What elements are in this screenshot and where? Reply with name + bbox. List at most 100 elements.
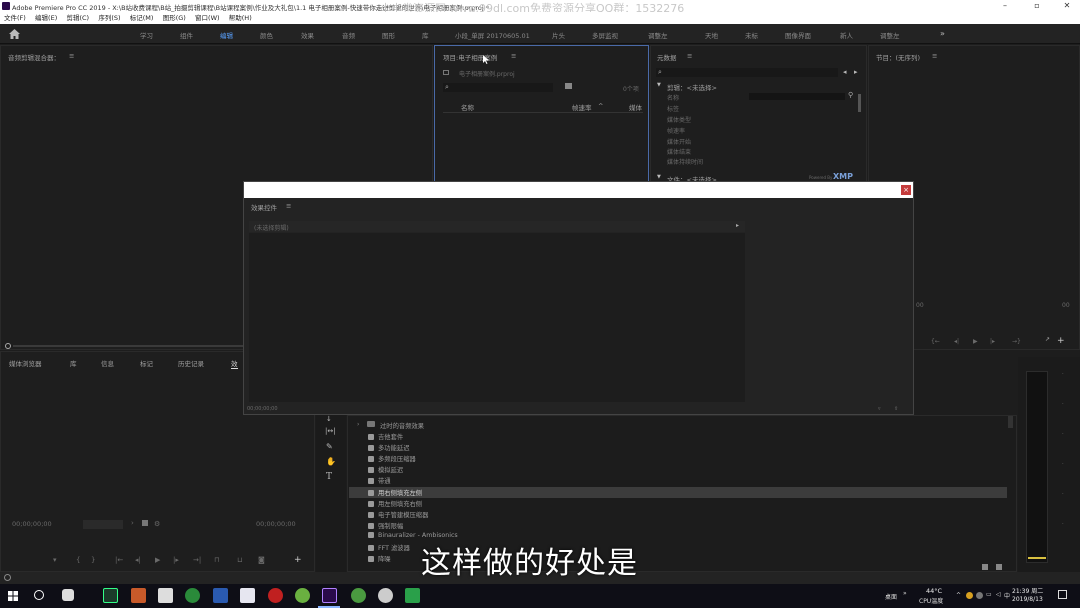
type-tool-icon[interactable]: T bbox=[326, 472, 332, 482]
tray-app-icon[interactable] bbox=[966, 592, 973, 599]
add-button-icon[interactable]: + bbox=[1057, 336, 1065, 346]
windows-start-icon[interactable] bbox=[8, 591, 18, 601]
effect-item[interactable]: FFT 滤波器 bbox=[368, 543, 410, 552]
network-icon[interactable]: ▭ bbox=[986, 591, 992, 598]
effect-item[interactable]: 模拟延迟 bbox=[368, 465, 403, 474]
home-icon[interactable] bbox=[9, 29, 20, 39]
sort-ascending-icon[interactable]: ^ bbox=[598, 102, 603, 110]
play-icon[interactable]: ▶ bbox=[973, 338, 978, 345]
menu-help[interactable]: 帮助(H) bbox=[229, 12, 252, 24]
effect-item[interactable]: 强制限幅 bbox=[368, 521, 403, 530]
effect-item[interactable]: 带通 bbox=[368, 476, 391, 485]
dialog-close-button[interactable]: × bbox=[901, 185, 911, 195]
green-app-icon[interactable] bbox=[405, 588, 420, 603]
tab-markers[interactable]: 标记 bbox=[140, 358, 153, 368]
menu-clip[interactable]: 剪辑(C) bbox=[66, 12, 89, 24]
desktop-label[interactable]: 桌面 bbox=[885, 592, 897, 601]
dropdown-arrow-icon[interactable]: › bbox=[131, 519, 134, 527]
dialog-title-bar[interactable] bbox=[244, 182, 913, 198]
workspace-tab-custom[interactable]: 小段_单屏 20170605.01 bbox=[455, 30, 530, 40]
name-field[interactable] bbox=[749, 93, 845, 100]
premiere-app-icon[interactable] bbox=[322, 588, 337, 603]
panel-menu-icon[interactable]: ≡ bbox=[511, 52, 516, 60]
camera-icon[interactable]: ◙ bbox=[258, 556, 265, 564]
workspace-tab-assembly[interactable]: 组件 bbox=[180, 30, 193, 40]
expand-arrow-icon[interactable]: ▼ bbox=[657, 174, 661, 180]
tab-info[interactable]: 信息 bbox=[101, 358, 114, 368]
effect-item[interactable]: 多频段压缩器 bbox=[368, 454, 416, 463]
zoom-dropdown[interactable] bbox=[83, 520, 123, 529]
workspace-tab-effects[interactable]: 效果 bbox=[301, 30, 314, 40]
tab-effects[interactable]: 效 bbox=[231, 358, 238, 369]
word-app-icon[interactable] bbox=[213, 588, 228, 603]
workspace-tab-image[interactable]: 图像界面 bbox=[785, 30, 811, 40]
link-icon[interactable]: ⚲ bbox=[848, 91, 853, 99]
notes-app-icon[interactable] bbox=[240, 588, 255, 603]
maximize-button[interactable]: ▫ bbox=[1022, 0, 1052, 12]
mark-icon[interactable]: } bbox=[91, 556, 95, 564]
panel-menu-icon[interactable]: ≡ bbox=[932, 52, 937, 60]
close-button[interactable]: ✕ bbox=[1052, 0, 1080, 12]
column-frame-rate[interactable]: 帧速率 bbox=[572, 102, 592, 112]
panel-menu-icon[interactable]: ≡ bbox=[286, 202, 291, 210]
go-to-in-icon[interactable]: |← bbox=[115, 556, 123, 564]
workspace-tab-newbie[interactable]: 新人 bbox=[840, 30, 853, 40]
workspace-tab-learn[interactable]: 学习 bbox=[140, 30, 153, 40]
column-name[interactable]: 名称 bbox=[461, 102, 474, 112]
scrollbar[interactable] bbox=[1008, 416, 1013, 428]
powerpoint-app-icon[interactable] bbox=[131, 588, 146, 603]
volume-icon[interactable]: ◁ bbox=[996, 591, 1001, 598]
effect-folder-obsolete-audio[interactable]: 过时的音频效果 bbox=[380, 421, 424, 430]
effect-item[interactable]: 多功能延迟 bbox=[368, 443, 409, 452]
clock-date[interactable]: 2019/8/13 bbox=[1012, 596, 1043, 603]
workspace-tab-adjust-2[interactable]: 调整左 bbox=[880, 30, 900, 40]
effect-item[interactable]: 电子管建模压缩器 bbox=[368, 510, 428, 519]
wrench-icon[interactable]: ⚙ bbox=[154, 520, 160, 528]
go-to-out-icon[interactable]: →} bbox=[1012, 338, 1021, 345]
filter-icon[interactable]: ▿ bbox=[878, 406, 881, 412]
delete-icon[interactable] bbox=[996, 564, 1002, 570]
workspace-tab-libraries[interactable]: 库 bbox=[422, 30, 429, 40]
mark-out-icon[interactable]: { bbox=[76, 556, 80, 564]
tab-history[interactable]: 历史记录 bbox=[178, 358, 204, 368]
workspace-tab-multi[interactable]: 多屏监视 bbox=[592, 30, 618, 40]
notification-icon[interactable] bbox=[1058, 590, 1067, 599]
mark-in-icon[interactable]: {← bbox=[931, 338, 940, 345]
workspace-tab-sky[interactable]: 天地 bbox=[705, 30, 718, 40]
export-icon[interactable]: ⇪ bbox=[894, 406, 898, 412]
more-workspaces-icon[interactable]: » bbox=[940, 29, 945, 38]
workspace-tab-color[interactable]: 颜色 bbox=[260, 30, 273, 40]
tab-media-browser[interactable]: 媒体浏览器 bbox=[9, 358, 42, 368]
effect-item[interactable]: 用左侧填充右侧 bbox=[368, 499, 422, 508]
workspace-tab-editing[interactable]: 编辑 bbox=[220, 30, 233, 40]
tab-libraries[interactable]: 库 bbox=[70, 358, 77, 368]
settings-icon[interactable] bbox=[142, 520, 148, 526]
expand-arrow-icon[interactable]: ▼ bbox=[657, 82, 661, 88]
step-forward-icon[interactable]: |▸ bbox=[990, 338, 995, 345]
go-to-out-icon[interactable]: →| bbox=[193, 556, 201, 564]
wechat-app-icon[interactable] bbox=[185, 588, 200, 603]
player-app-icon[interactable] bbox=[268, 588, 283, 603]
effect-item[interactable]: 降噪 bbox=[368, 554, 391, 563]
audition-app-icon[interactable] bbox=[103, 588, 118, 603]
overwrite-icon[interactable]: ⊔ bbox=[237, 556, 242, 564]
step-back-icon[interactable]: ◂| bbox=[135, 556, 141, 564]
menu-edit[interactable]: 编辑(E) bbox=[35, 12, 57, 24]
insert-icon[interactable]: ⊓ bbox=[214, 556, 219, 564]
scrollbar[interactable] bbox=[858, 94, 861, 112]
panel-menu-icon[interactable]: ≡ bbox=[69, 52, 74, 60]
mark-in-icon[interactable]: ▾ bbox=[53, 556, 57, 564]
menu-graphics[interactable]: 图形(G) bbox=[163, 12, 186, 24]
effect-item[interactable]: 吉他套件 bbox=[368, 432, 403, 441]
scrollbar[interactable] bbox=[13, 345, 243, 347]
track-select-icon[interactable]: ↓ bbox=[326, 415, 332, 423]
metadata-search-input[interactable] bbox=[656, 68, 838, 77]
prev-arrow-icon[interactable]: ◂ bbox=[843, 68, 847, 76]
explorer-app-icon[interactable] bbox=[158, 588, 173, 603]
workspace-tab-intro[interactable]: 片头 bbox=[552, 30, 565, 40]
menu-file[interactable]: 文件(F) bbox=[4, 12, 26, 24]
minimize-button[interactable]: – bbox=[990, 0, 1020, 12]
expand-arrow-icon[interactable]: › bbox=[357, 421, 359, 428]
button-editor-icon[interactable]: ↗ bbox=[1045, 336, 1050, 343]
add-button-icon[interactable]: + bbox=[294, 555, 302, 565]
